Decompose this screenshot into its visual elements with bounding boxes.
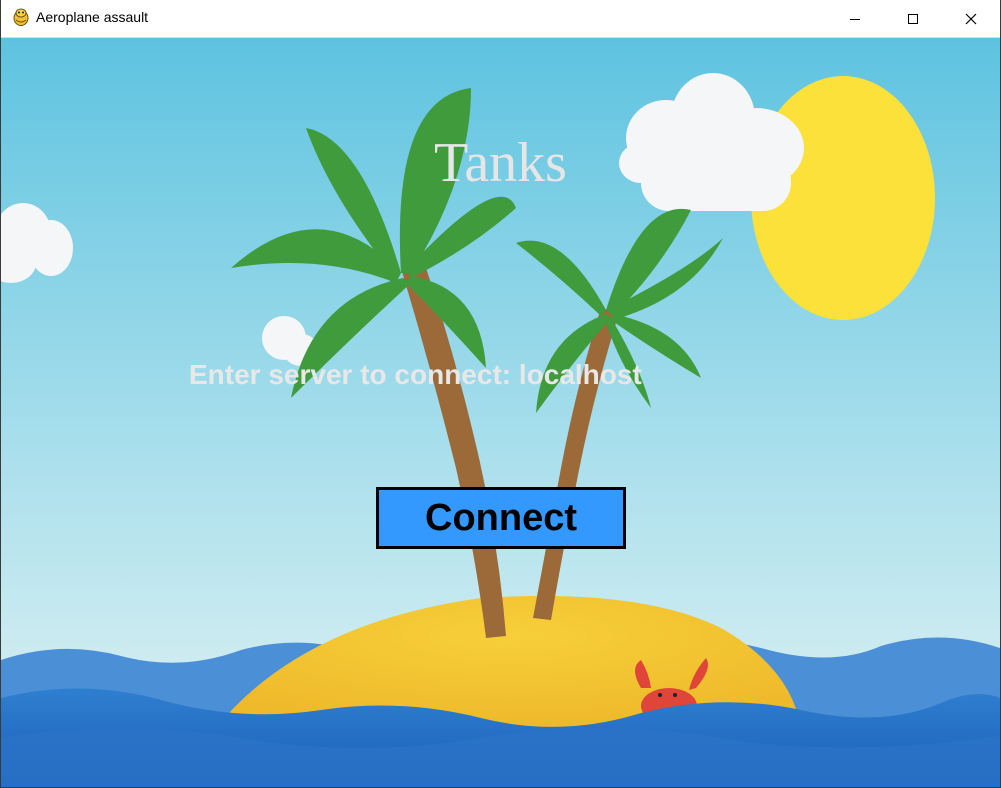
maximize-icon <box>908 13 918 24</box>
title-bar[interactable]: Aeroplane assault <box>1 0 1000 38</box>
maximize-button[interactable] <box>884 0 942 37</box>
minimize-button[interactable] <box>826 0 884 37</box>
server-prompt-text: Enter server to connect: localhost <box>189 359 642 390</box>
game-canvas[interactable]: Tanks Enter server to connect: localhost… <box>1 38 1000 787</box>
app-window: Aeroplane assault Tanks Enter server to … <box>0 0 1001 788</box>
pygame-snake-icon <box>13 8 29 26</box>
close-button[interactable] <box>942 0 1000 37</box>
window-title: Aeroplane assault <box>36 9 149 25</box>
close-icon <box>965 13 977 24</box>
connect-button[interactable]: Connect <box>376 487 626 549</box>
minimize-icon <box>850 18 860 20</box>
game-title: Tanks <box>434 132 567 194</box>
